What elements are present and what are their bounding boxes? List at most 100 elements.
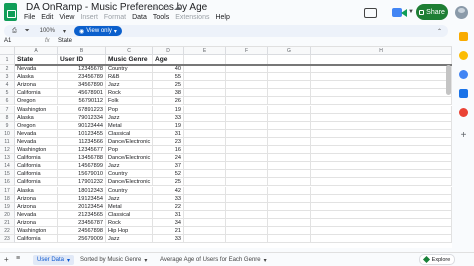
row-header[interactable]: 8	[0, 113, 15, 122]
zoom-chevron-icon[interactable]: ▾	[63, 28, 66, 35]
cell[interactable]	[184, 235, 226, 244]
table-cell[interactable]: 31	[153, 210, 184, 219]
cell[interactable]	[184, 186, 226, 195]
table-cell[interactable]: 26	[153, 97, 184, 106]
table-cell[interactable]: 14567899	[58, 162, 106, 171]
table-cell[interactable]: 52	[153, 170, 184, 179]
row-header[interactable]: 13	[0, 154, 15, 163]
table-cell[interactable]: 13456788	[58, 154, 106, 163]
collapse-toolbar-icon[interactable]: ⌃	[437, 28, 442, 35]
table-cell[interactable]: Nevada	[15, 129, 58, 138]
table-cell[interactable]: Rock	[106, 218, 153, 227]
cell[interactable]	[226, 97, 268, 106]
table-cell[interactable]: 34	[153, 218, 184, 227]
row-header[interactable]: 14	[0, 162, 15, 171]
chevron-down-icon[interactable]: ▼	[408, 9, 414, 15]
cell[interactable]	[226, 65, 268, 74]
table-cell[interactable]: Jazz	[106, 162, 153, 171]
table-cell[interactable]: 21	[153, 227, 184, 236]
column-header[interactable]: B	[58, 47, 106, 55]
calendar-icon[interactable]	[459, 32, 468, 41]
table-cell[interactable]: 12345678	[58, 65, 106, 74]
cell[interactable]	[184, 113, 226, 122]
cell[interactable]	[311, 194, 452, 203]
table-cell[interactable]: Arizona	[15, 218, 58, 227]
cell[interactable]	[184, 65, 226, 74]
menu-insert[interactable]: Insert	[80, 14, 98, 21]
table-cell[interactable]: 19	[153, 121, 184, 130]
cell[interactable]	[226, 73, 268, 82]
menu-view[interactable]: View	[59, 14, 74, 21]
cell[interactable]	[226, 170, 268, 179]
cell[interactable]	[268, 81, 311, 90]
cell[interactable]	[226, 105, 268, 114]
row-header[interactable]: 10	[0, 129, 15, 138]
cell[interactable]	[184, 105, 226, 114]
add-icon[interactable]: +	[459, 131, 468, 141]
frozen-row-divider[interactable]	[15, 64, 452, 66]
table-cell[interactable]: 10123455	[58, 129, 106, 138]
move-folder-icon[interactable]: ▭	[162, 3, 170, 12]
column-header[interactable]: D	[153, 47, 184, 55]
cell[interactable]	[184, 121, 226, 130]
cell[interactable]	[226, 146, 268, 155]
cell[interactable]	[184, 129, 226, 138]
cell[interactable]	[184, 154, 226, 163]
table-cell[interactable]: Hip Hop	[106, 227, 153, 236]
table-cell[interactable]: Alaska	[15, 113, 58, 122]
cell[interactable]	[311, 186, 452, 195]
cell[interactable]	[268, 129, 311, 138]
cell[interactable]	[311, 146, 452, 155]
menu-edit[interactable]: Edit	[41, 14, 53, 21]
cell[interactable]	[184, 89, 226, 98]
table-cell[interactable]: 34567890	[58, 81, 106, 90]
menu-format[interactable]: Format	[104, 14, 126, 21]
table-cell[interactable]: 56790112	[58, 97, 106, 106]
table-cell[interactable]: Washington	[15, 227, 58, 236]
cell[interactable]	[311, 121, 452, 130]
column-header[interactable]: E	[184, 47, 226, 55]
table-cell[interactable]: 42	[153, 186, 184, 195]
cell[interactable]	[268, 113, 311, 122]
table-cell[interactable]: 55	[153, 73, 184, 82]
table-cell[interactable]: 17901232	[58, 178, 106, 187]
table-cell[interactable]: Jazz	[106, 235, 153, 244]
table-cell[interactable]: 23	[153, 137, 184, 146]
table-cell[interactable]: Alaska	[15, 186, 58, 195]
table-cell[interactable]: Arizona	[15, 194, 58, 203]
cell[interactable]	[226, 113, 268, 122]
table-cell[interactable]: 37	[153, 162, 184, 171]
table-cell[interactable]: Nevada	[15, 137, 58, 146]
cell[interactable]	[226, 162, 268, 171]
row-header[interactable]: 20	[0, 210, 15, 219]
view-only-button[interactable]: ◉ View only ▾	[74, 26, 122, 36]
share-button[interactable]: Share	[416, 4, 448, 20]
cell[interactable]	[268, 186, 311, 195]
menu-help[interactable]: Help	[215, 14, 229, 21]
cell[interactable]	[268, 235, 311, 244]
table-cell[interactable]: Nevada	[15, 65, 58, 74]
table-cell[interactable]: Arizona	[15, 202, 58, 211]
cell[interactable]	[311, 73, 452, 82]
row-header[interactable]: 23	[0, 235, 15, 244]
cell[interactable]	[311, 202, 452, 211]
row-header[interactable]: 11	[0, 137, 15, 146]
add-sheet-icon[interactable]: +	[4, 255, 9, 264]
row-header[interactable]: 19	[0, 202, 15, 211]
cell[interactable]	[268, 162, 311, 171]
table-cell[interactable]: Arizona	[15, 81, 58, 90]
row-header[interactable]: 22	[0, 227, 15, 236]
table-cell[interactable]: 33	[153, 194, 184, 203]
table-cell[interactable]: Jazz	[106, 194, 153, 203]
table-cell[interactable]: 33	[153, 113, 184, 122]
table-cell[interactable]: 40	[153, 65, 184, 74]
cell[interactable]	[184, 162, 226, 171]
cell[interactable]	[226, 186, 268, 195]
table-cell[interactable]: Dance/Electronic	[106, 178, 153, 187]
table-cell[interactable]: 12345677	[58, 146, 106, 155]
cell[interactable]	[184, 178, 226, 187]
table-cell[interactable]: Classical	[106, 129, 153, 138]
cell[interactable]	[311, 65, 452, 74]
avatar[interactable]	[455, 6, 468, 19]
row-header[interactable]: 1	[0, 55, 15, 65]
